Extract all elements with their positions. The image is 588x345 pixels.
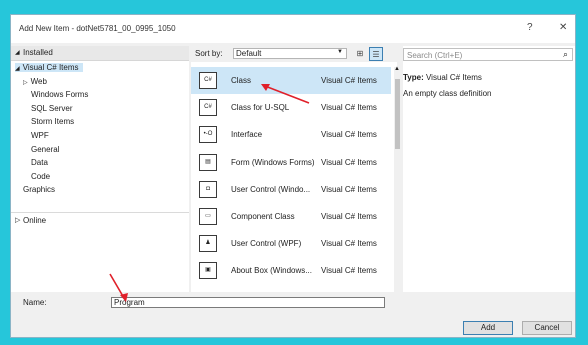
template-item[interactable]: ▣ About Box (Windows... Visual C# Items [191, 257, 391, 284]
dropdown-arrow-icon: ▼ [337, 49, 343, 55]
template-item[interactable]: ♟ User Control (WPF) Visual C# Items [191, 230, 391, 257]
template-item[interactable]: ◘ User Control (Windo... Visual C# Items [191, 176, 391, 203]
template-type: Visual C# Items [321, 266, 377, 276]
tree-node[interactable]: Windows Forms [31, 90, 92, 99]
template-name: Interface [231, 130, 263, 140]
bottom-panel: Name: Program Add Cancel [11, 292, 575, 337]
template-item[interactable]: •-O Interface Visual C# Items [191, 121, 391, 148]
expand-arrow-icon: ▷ [23, 79, 28, 86]
annotation-arrow-name [109, 273, 128, 302]
collapse-arrow-icon: ◢ [15, 66, 20, 72]
tree-node[interactable]: Storm Items [31, 117, 78, 126]
expand-arrow-icon: ▷ [15, 217, 21, 224]
template-name: User Control (Windo... [231, 184, 311, 194]
tree-node[interactable]: WPF [31, 131, 53, 140]
tree-node-label: General [31, 144, 60, 154]
tree-node-label: Code [31, 171, 51, 181]
type-line: Type: Visual C# Items [403, 73, 482, 82]
template-type: Visual C# Items [321, 103, 377, 113]
form-icon: ▤ [199, 153, 217, 171]
item-description: An empty class definition [403, 89, 492, 98]
tree-node-label: Graphics [23, 185, 56, 195]
details-pane: Search (Ctrl+E) ⌕ Type: Visual C# Items … [403, 46, 575, 301]
template-name: Component Class [231, 212, 295, 221]
interface-icon: •-O [199, 126, 217, 144]
wpf-control-icon: ♟ [199, 235, 217, 253]
search-input[interactable]: Search (Ctrl+E) ⌕ [403, 48, 573, 61]
template-type: Visual C# Items [321, 76, 377, 85]
online-node[interactable]: ▷ Online [11, 212, 189, 227]
component-icon: ▭ [199, 208, 217, 225]
template-item[interactable]: ▤ Form (Windows Forms) Visual C# Items [191, 149, 391, 176]
tree-node-label: WPF [31, 131, 49, 140]
template-scrollbar[interactable]: ▲ ▼ [394, 66, 401, 302]
tree-node[interactable]: General [31, 145, 63, 154]
template-type: Visual C# Items [321, 212, 377, 221]
sort-label: Sort by: [195, 49, 223, 58]
list-view-button[interactable]: ☰ [369, 47, 383, 61]
help-button[interactable]: ? [527, 22, 533, 33]
installed-header[interactable]: ◢ Installed [11, 46, 189, 61]
tree-node[interactable]: SQL Server [31, 104, 77, 113]
tree-node[interactable]: Graphics [23, 185, 59, 194]
tree-node-label: Storm Items [31, 117, 75, 127]
template-name: User Control (WPF) [231, 239, 302, 249]
template-name: Class [231, 76, 252, 85]
tree-node-label: SQL Server [31, 103, 73, 113]
class-usql-icon: C# [199, 99, 217, 117]
about-box-icon: ▣ [199, 262, 217, 280]
type-label: Type: [403, 73, 424, 82]
template-name: Form (Windows Forms) [231, 157, 315, 167]
installed-label: Installed [23, 48, 53, 57]
tree-node[interactable]: Data [31, 158, 52, 167]
cancel-button[interactable]: Cancel [522, 321, 572, 335]
tree-node[interactable]: ▷ Web [23, 77, 51, 86]
user-control-icon: ◘ [199, 180, 217, 198]
search-placeholder: Search (Ctrl+E) [407, 51, 463, 60]
categories-pane: ◢ Installed ◢ Visual C# Items ▷ Web Windows … [11, 46, 189, 301]
add-button[interactable]: Add [463, 321, 513, 335]
online-label: Online [23, 216, 47, 225]
large-icons-view-button[interactable]: ⊞ [353, 47, 367, 61]
sort-bar: Sort by: Default ▼ ⊞ ☰ [191, 46, 397, 62]
grid-view-icon: ⊞ [356, 49, 364, 58]
tree-node-label: Web [30, 76, 47, 86]
class-icon: C# [199, 72, 217, 89]
template-type: Visual C# Items [321, 239, 377, 249]
tree-node[interactable]: ◢ Visual C# Items [15, 63, 83, 72]
list-view-icon: ☰ [372, 50, 380, 59]
search-icon[interactable]: ⌕ [563, 49, 568, 60]
close-button[interactable]: ✕ [559, 22, 567, 33]
tree-node[interactable]: Code [31, 172, 54, 181]
sort-dropdown[interactable]: Default ▼ [233, 48, 347, 59]
template-item[interactable]: ▭ Component Class Visual C# Items [191, 203, 391, 230]
annotation-arrow-class [261, 84, 310, 104]
tree-node-label: Visual C# Items [22, 63, 79, 72]
template-type: Visual C# Items [321, 130, 377, 140]
title-bar: Add New Item - dotNet5781_00_0995_1050 ?… [11, 15, 575, 43]
template-type: Visual C# Items [321, 157, 377, 167]
name-label: Name: [23, 298, 47, 307]
scroll-up-icon[interactable]: ▲ [394, 66, 400, 72]
add-new-item-dialog: Add New Item - dotNet5781_00_0995_1050 ?… [10, 14, 576, 338]
scroll-thumb[interactable] [395, 79, 400, 149]
name-field[interactable]: Program [111, 297, 385, 308]
tree-node-label: Windows Forms [31, 90, 89, 100]
collapse-arrow-icon: ◢ [15, 50, 20, 56]
template-type: Visual C# Items [321, 184, 377, 194]
sort-value: Default [236, 49, 262, 58]
tree-node-label: Data [31, 158, 48, 168]
type-value: Visual C# Items [425, 73, 482, 82]
template-name: About Box (Windows... [231, 266, 312, 276]
window-title: Add New Item - dotNet5781_00_0995_1050 [19, 24, 176, 33]
